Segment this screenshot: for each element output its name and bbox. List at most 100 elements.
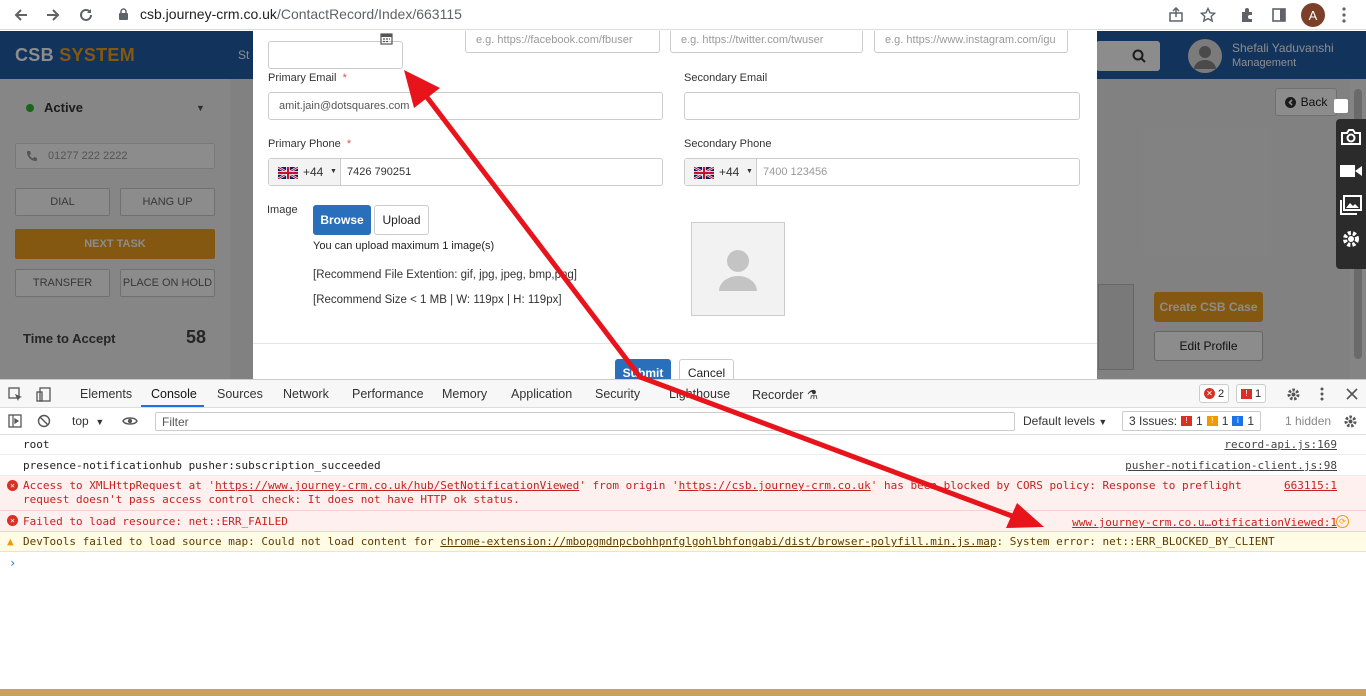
console-filter-input[interactable]: Filter bbox=[155, 412, 1015, 431]
flask-icon: ⚗ bbox=[806, 388, 819, 402]
inspect-element-icon[interactable] bbox=[6, 385, 24, 403]
error-icon: ✕ bbox=[7, 515, 18, 526]
capture-toolbar bbox=[1334, 99, 1366, 269]
tab-lighthouse[interactable]: Lighthouse bbox=[669, 387, 730, 401]
filter-placeholder: Filter bbox=[162, 415, 189, 429]
profile-avatar[interactable]: A bbox=[1301, 3, 1325, 27]
secondary-phone-field[interactable]: +44 ▼ 7400 123456 bbox=[684, 158, 1080, 186]
side-panel-icon[interactable] bbox=[1269, 5, 1289, 25]
issue-icon: ! bbox=[1241, 388, 1252, 399]
address-bar[interactable]: csb.journey-crm.co.uk/ContactRecord/Inde… bbox=[140, 6, 462, 22]
console-output: root record-api.js:169 presence-notifica… bbox=[0, 435, 1366, 690]
calendar-icon[interactable] bbox=[380, 32, 393, 45]
camera-icon[interactable] bbox=[1339, 125, 1363, 149]
console-source-link[interactable]: 663115:1 bbox=[1284, 479, 1337, 492]
primary-email-field[interactable]: amit.jain@dotsquares.com bbox=[268, 92, 663, 120]
clear-console-icon[interactable] bbox=[35, 412, 53, 430]
gear-icon[interactable] bbox=[1339, 227, 1363, 251]
tab-memory[interactable]: Memory bbox=[442, 387, 487, 401]
tab-console[interactable]: Console bbox=[151, 387, 197, 401]
uk-flag-icon bbox=[278, 167, 298, 179]
upload-limit-text: You can upload maximum 1 image(s) bbox=[313, 240, 495, 252]
device-toggle-icon[interactable] bbox=[34, 385, 52, 403]
secondary-email-field[interactable] bbox=[684, 92, 1080, 120]
video-camera-icon[interactable] bbox=[1339, 159, 1363, 183]
kebab-menu-icon[interactable] bbox=[1313, 385, 1331, 403]
issues-label: 3 Issues: bbox=[1129, 414, 1178, 428]
edit-contact-modal: e.g. https://facebook.com/fbuser e.g. ht… bbox=[253, 31, 1097, 379]
msg-part: : System error: net::ERR_BLOCKED_BY_CLIE… bbox=[996, 535, 1275, 548]
primary-phone-field[interactable]: +44 ▼ 7426 790251 bbox=[268, 158, 663, 186]
tab-network[interactable]: Network bbox=[283, 387, 329, 401]
gallery-icon[interactable] bbox=[1339, 193, 1363, 217]
primary-phone-label: Primary Phone * bbox=[268, 138, 351, 150]
devtools-panel: Elements Console Sources Network Perform… bbox=[0, 379, 1366, 689]
issues-button[interactable]: 3 Issues: ! 1 ! 1 i1 bbox=[1122, 411, 1262, 431]
network-request-icon[interactable]: ⟳ bbox=[1336, 515, 1349, 528]
bookmark-star-icon[interactable] bbox=[1198, 5, 1218, 25]
reload-icon[interactable] bbox=[75, 4, 97, 26]
recommend-size-text: [Recommend Size < 1 MB | W: 119px | H: 1… bbox=[313, 294, 562, 306]
facebook-url-input[interactable]: e.g. https://facebook.com/fbuser bbox=[465, 31, 660, 53]
upload-button[interactable]: Upload bbox=[374, 205, 429, 235]
issues-warning-count: 1 bbox=[1221, 414, 1229, 428]
console-error-row: ✕ Failed to load resource: net::ERR_FAIL… bbox=[0, 511, 1366, 532]
country-code-select[interactable]: +44 ▼ bbox=[269, 159, 341, 185]
tab-performance[interactable]: Performance bbox=[352, 387, 424, 401]
instagram-url-input[interactable]: e.g. https://www.instagram.com/igu bbox=[874, 31, 1068, 53]
error-icon: ✕ bbox=[7, 480, 18, 491]
tab-security[interactable]: Security bbox=[595, 387, 640, 401]
console-source-link[interactable]: record-api.js:169 bbox=[1224, 438, 1337, 451]
tab-application[interactable]: Application bbox=[511, 387, 572, 401]
sidebar-toggle-icon[interactable] bbox=[6, 412, 24, 430]
secondary-email-label: Secondary Email bbox=[684, 72, 768, 84]
close-icon[interactable] bbox=[1343, 385, 1361, 403]
console-warning-row: ▲ DevTools failed to load source map: Co… bbox=[0, 532, 1366, 552]
tab-elements[interactable]: Elements bbox=[80, 387, 132, 401]
msg-link[interactable]: https://www.journey-crm.co.uk/hub/SetNot… bbox=[215, 479, 579, 492]
browse-button[interactable]: Browse bbox=[313, 205, 371, 235]
share-icon[interactable] bbox=[1166, 5, 1186, 25]
date-input[interactable] bbox=[268, 41, 403, 69]
modal-divider bbox=[253, 343, 1097, 344]
issue-count-badge[interactable]: ! 1 bbox=[1236, 384, 1267, 403]
eye-icon[interactable] bbox=[121, 412, 139, 430]
page-viewport: CSB SYSTEM St Shefali Yaduvanshi Managem… bbox=[0, 31, 1366, 379]
console-settings-gear-icon[interactable] bbox=[1341, 412, 1359, 430]
context-value: top bbox=[72, 414, 89, 428]
primary-phone-value: 7426 790251 bbox=[347, 166, 412, 178]
msg-link[interactable]: https://csb.journey-crm.co.uk bbox=[679, 479, 871, 492]
console-toolbar: top ▼ Filter Default levels ▼ 3 Issues: … bbox=[0, 408, 1366, 435]
error-count-badge[interactable]: ✕ 2 bbox=[1199, 384, 1230, 403]
forward-arrow-icon[interactable] bbox=[42, 4, 64, 26]
levels-value: Default levels bbox=[1023, 414, 1096, 428]
extensions-icon[interactable] bbox=[1237, 5, 1257, 25]
msg-part: ' from origin ' bbox=[579, 479, 679, 492]
tab-sources[interactable]: Sources bbox=[217, 387, 263, 401]
user-placeholder-icon bbox=[691, 222, 785, 316]
lock-icon[interactable] bbox=[118, 8, 129, 21]
console-source-link[interactable]: pusher-notification-client.js:98 bbox=[1125, 459, 1337, 472]
log-levels-select[interactable]: Default levels ▼ bbox=[1023, 414, 1107, 428]
submit-button[interactable]: Submit bbox=[615, 359, 671, 379]
console-message: Access to XMLHttpRequest at 'https://www… bbox=[23, 479, 1242, 507]
back-arrow-icon[interactable] bbox=[10, 4, 32, 26]
msg-part: request doesn't pass access control chec… bbox=[23, 493, 520, 506]
primary-phone-label-text: Primary Phone bbox=[268, 138, 341, 150]
console-source-link[interactable]: www.journey-crm.co.u…otificationViewed:1 bbox=[1072, 516, 1337, 529]
console-prompt[interactable]: › bbox=[9, 556, 16, 570]
uk-flag-icon bbox=[694, 167, 714, 179]
tab-recorder[interactable]: Recorder ⚗ bbox=[752, 387, 818, 402]
secondary-phone-placeholder: 7400 123456 bbox=[763, 166, 828, 178]
settings-gear-icon[interactable] bbox=[1284, 385, 1302, 403]
msg-link[interactable]: chrome-extension://mbopgmdnpcbohhpnfglgo… bbox=[440, 535, 996, 548]
pin-icon[interactable] bbox=[1334, 99, 1348, 113]
menu-dots-icon[interactable] bbox=[1334, 5, 1354, 25]
context-select[interactable]: top ▼ bbox=[72, 414, 104, 428]
cancel-button[interactable]: Cancel bbox=[679, 359, 734, 379]
msg-part: ' has been blocked by CORS policy: Respo… bbox=[870, 479, 1242, 492]
caret-down-icon: ▼ bbox=[746, 168, 753, 175]
twitter-url-input[interactable]: e.g. https://twitter.com/twuser bbox=[670, 31, 863, 53]
required-mark: * bbox=[342, 72, 347, 84]
country-code-select[interactable]: +44 ▼ bbox=[685, 159, 757, 185]
